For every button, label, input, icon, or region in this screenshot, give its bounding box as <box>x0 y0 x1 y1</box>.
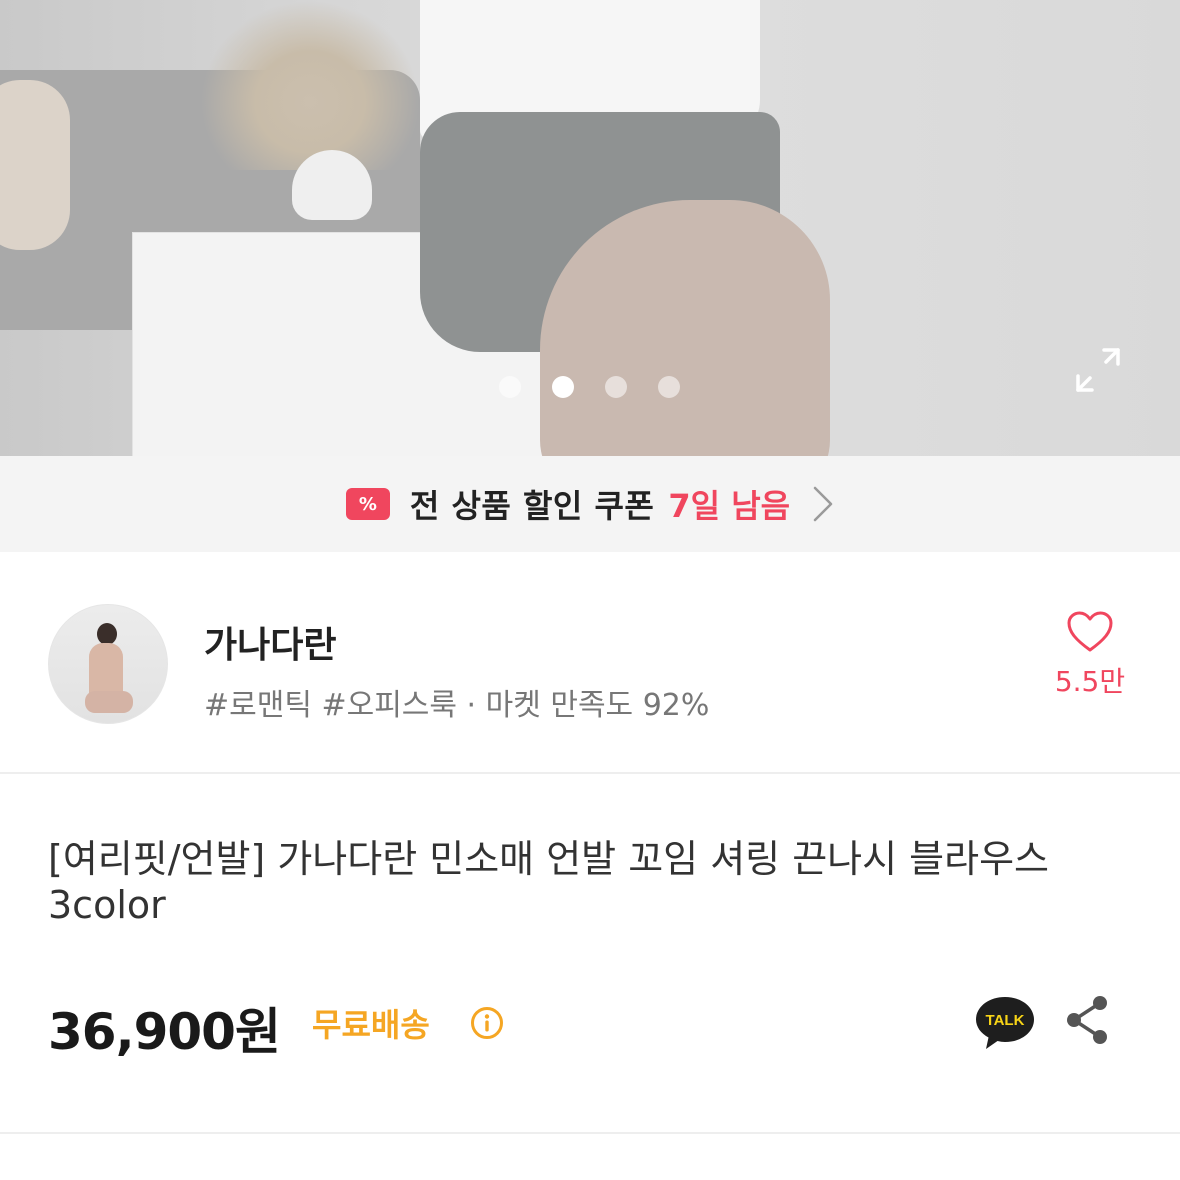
avatar-figure-head <box>97 623 117 645</box>
avatar-figure-legs <box>85 691 133 713</box>
seller-tags: #로맨틱 #오피스룩 · 마켓 만족도 92% <box>204 688 710 723</box>
free-shipping-label: 무료배송 <box>312 1006 430 1044</box>
gallery-dot[interactable] <box>499 376 521 398</box>
product-title: [여리핏/언발] 가나다란 민소매 언발 꼬임 셔링 끈나시 블라우스 3col… <box>48 837 1050 927</box>
kakao-talk-button[interactable]: TALK <box>973 994 1037 1052</box>
info-icon[interactable] <box>470 1006 504 1040</box>
coupon-badge: % <box>358 493 377 515</box>
seller-avatar[interactable] <box>48 604 168 724</box>
product-image-gallery[interactable] <box>0 0 1180 456</box>
coupon-remaining: 7일 남음 <box>668 487 791 525</box>
divider <box>0 1132 1180 1134</box>
expand-icon[interactable] <box>1074 346 1122 394</box>
heart-icon <box>1067 611 1113 652</box>
gallery-dot[interactable] <box>658 376 680 398</box>
seller-name[interactable]: 가나다란 <box>204 616 336 668</box>
product-photo-pillow <box>0 80 70 250</box>
gallery-pagination <box>499 376 680 398</box>
seller-section: 가나다란 #로맨틱 #오피스룩 · 마켓 만족도 92% 5.5만 <box>0 552 1180 774</box>
coupon-banner[interactable]: % 전 상품 할인 쿠폰 7일 남음 <box>0 456 1180 552</box>
product-price: 36,900원 <box>48 1003 281 1061</box>
coupon-icon: % <box>345 488 390 520</box>
share-icon[interactable] <box>1064 994 1112 1046</box>
gallery-dot-active[interactable] <box>552 376 574 398</box>
like-button[interactable]: 5.5만 <box>1040 610 1140 700</box>
like-count: 5.5만 <box>1054 665 1126 698</box>
coupon-text: 전 상품 할인 쿠폰 <box>409 487 655 525</box>
product-photo-vase <box>292 150 372 220</box>
chevron-right-icon <box>813 486 833 522</box>
talk-label: TALK <box>986 1012 1025 1029</box>
product-photo-plant <box>200 0 420 170</box>
gallery-dot[interactable] <box>605 376 627 398</box>
